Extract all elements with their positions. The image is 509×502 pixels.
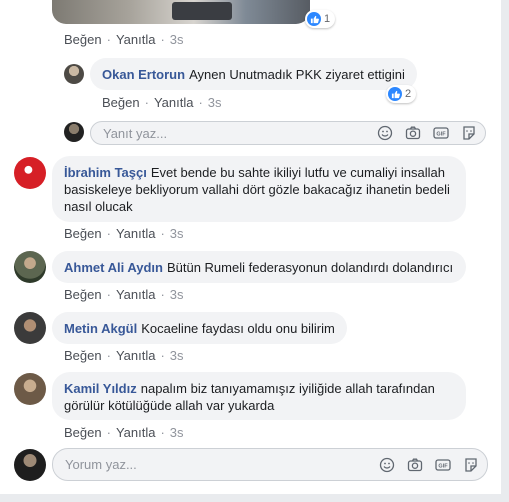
- comment-actions: Beğen · Yanıtla · 3s: [64, 32, 184, 47]
- avatar[interactable]: [14, 373, 46, 405]
- comment-bubble: Ahmet Ali Aydın Bütün Rumeli federasyonun…: [52, 251, 466, 283]
- separator: ·: [144, 95, 149, 110]
- comment-input[interactable]: [53, 457, 367, 472]
- svg-text:GIF: GIF: [436, 132, 446, 138]
- like-link[interactable]: Beğen: [102, 95, 140, 110]
- camera-icon[interactable]: [407, 457, 423, 473]
- reaction-count: 2: [405, 88, 412, 100]
- reply-input[interactable]: [91, 125, 365, 141]
- gif-icon[interactable]: GIF: [433, 125, 449, 141]
- svg-text:GIF: GIF: [438, 463, 448, 469]
- separator: ·: [160, 226, 165, 241]
- comment-author[interactable]: Okan Ertorun: [102, 67, 185, 82]
- sticker-icon[interactable]: [461, 125, 477, 141]
- separator: ·: [160, 287, 165, 302]
- comment-author[interactable]: Kamil Yıldız: [64, 381, 137, 396]
- comment-author[interactable]: İbrahim Taşçı: [64, 165, 147, 180]
- page-scroll-edge: [501, 0, 509, 502]
- comment-text: Aynen Unutmadık PKK ziyaret ettigini: [189, 67, 405, 82]
- like-link[interactable]: Beğen: [64, 226, 102, 241]
- timestamp[interactable]: 3s: [208, 95, 222, 110]
- separator: ·: [160, 348, 165, 363]
- comment-actions: Beğen · Yanıtla · 3s: [64, 348, 184, 363]
- reaction-count-badge[interactable]: 2: [386, 85, 417, 103]
- comment-actions: Beğen · Yanıtla · 3s: [64, 425, 184, 440]
- current-user-avatar: [14, 449, 46, 481]
- separator: ·: [160, 425, 165, 440]
- reply-link[interactable]: Yanıtla: [154, 95, 194, 110]
- sticker-icon[interactable]: [463, 457, 479, 473]
- avatar[interactable]: [14, 251, 46, 283]
- comment-photo[interactable]: [52, 0, 310, 24]
- separator: ·: [160, 32, 165, 47]
- separator: ·: [106, 348, 111, 363]
- emoji-icon[interactable]: [377, 125, 393, 141]
- timestamp[interactable]: 3s: [170, 32, 184, 47]
- like-reaction-icon: [388, 87, 402, 101]
- reply-bubble: Okan Ertorun Aynen Unutmadık PKK ziyaret …: [90, 58, 417, 90]
- comment-text: Kocaeline faydası oldu onu bilirim: [141, 321, 335, 336]
- comment-author[interactable]: Ahmet Ali Aydın: [64, 260, 163, 275]
- timestamp[interactable]: 3s: [170, 348, 184, 363]
- separator: ·: [106, 287, 111, 302]
- reply-link[interactable]: Yanıtla: [116, 348, 156, 363]
- timestamp[interactable]: 3s: [170, 226, 184, 241]
- separator: ·: [198, 95, 203, 110]
- reply-link[interactable]: Yanıtla: [116, 287, 156, 302]
- like-reaction-icon: [307, 12, 321, 26]
- gif-icon[interactable]: GIF: [435, 457, 451, 473]
- avatar[interactable]: [14, 312, 46, 344]
- comment-actions: Beğen · Yanıtla · 3s: [64, 226, 184, 241]
- page-bottom-edge: [0, 494, 509, 502]
- reply-link[interactable]: Yanıtla: [116, 425, 156, 440]
- comment-box: GIF: [52, 448, 488, 481]
- camera-icon[interactable]: [405, 125, 421, 141]
- comment-bubble: Metin Akgül Kocaeline faydası oldu onu bi…: [52, 312, 347, 344]
- reply-box: GIF: [90, 121, 486, 145]
- reaction-count: 1: [324, 13, 331, 25]
- avatar[interactable]: [64, 64, 84, 84]
- like-link[interactable]: Beğen: [64, 425, 102, 440]
- comment-author[interactable]: Metin Akgül: [64, 321, 137, 336]
- reply-link[interactable]: Yanıtla: [116, 32, 156, 47]
- comment-actions: Beğen · Yanıtla · 3s: [102, 95, 222, 110]
- separator: ·: [106, 425, 111, 440]
- photo-shade: [172, 2, 232, 20]
- emoji-icon[interactable]: [379, 457, 395, 473]
- separator: ·: [106, 32, 111, 47]
- comment-text: Bütün Rumeli federasyonun dolandırdı dol…: [166, 260, 454, 275]
- separator: ·: [106, 226, 111, 241]
- reaction-count-badge[interactable]: 1: [305, 10, 336, 28]
- current-user-avatar: [64, 122, 84, 142]
- reply-link[interactable]: Yanıtla: [116, 226, 156, 241]
- like-link[interactable]: Beğen: [64, 287, 102, 302]
- like-link[interactable]: Beğen: [64, 32, 102, 47]
- like-link[interactable]: Beğen: [64, 348, 102, 363]
- comment-actions: Beğen · Yanıtla · 3s: [64, 287, 184, 302]
- comment-bubble: İbrahim Taşçı Evet bende bu sahte ikiliyi…: [52, 156, 466, 222]
- comment-bubble: Kamil Yıldız napalım biz tanıyamamışız iy…: [52, 372, 466, 420]
- timestamp[interactable]: 3s: [170, 425, 184, 440]
- timestamp[interactable]: 3s: [170, 287, 184, 302]
- avatar[interactable]: [14, 157, 46, 189]
